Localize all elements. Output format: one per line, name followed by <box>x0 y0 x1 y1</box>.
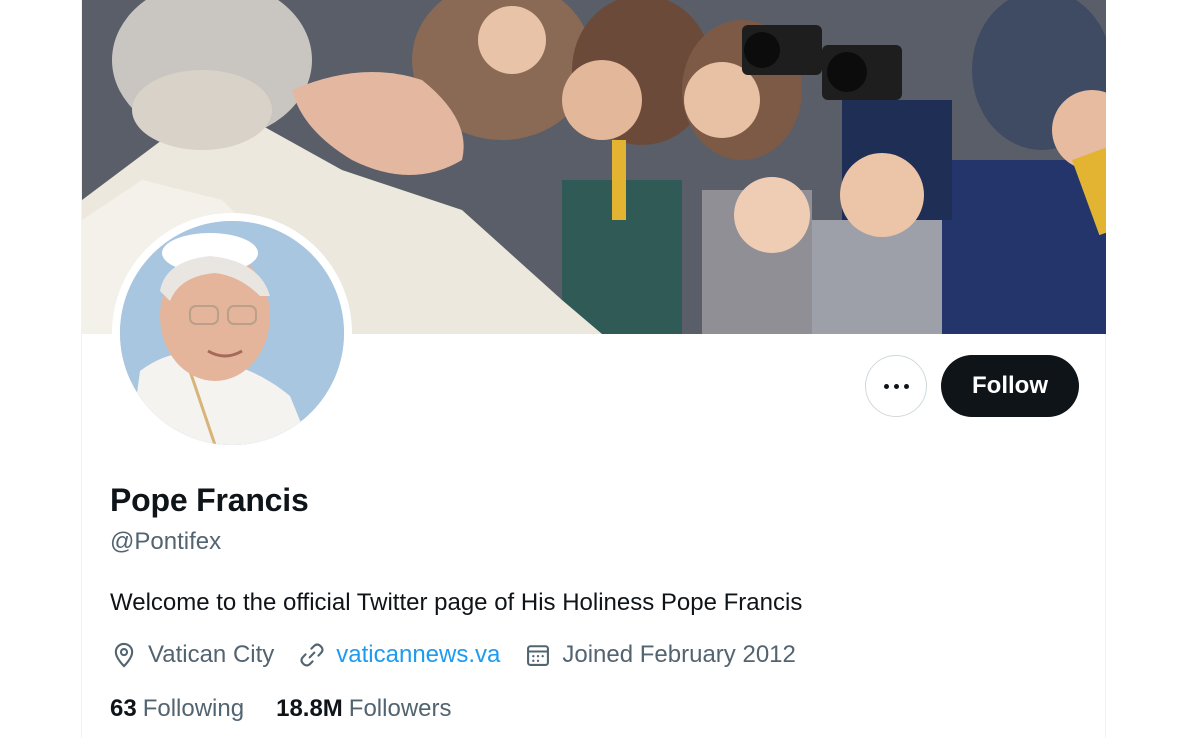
profile-stats-row: 63 Following 18.8M Followers <box>110 695 484 723</box>
profile-handle: @Pontifex <box>110 528 222 555</box>
website-link[interactable]: vaticannews.va <box>336 641 500 669</box>
follow-button[interactable]: Follow <box>941 355 1079 417</box>
avatar-frame[interactable] <box>112 213 352 453</box>
calendar-icon <box>527 645 550 666</box>
profile-meta-row: Vatican City vaticannews.va Joined Febru… <box>110 641 820 669</box>
followers-stat[interactable]: 18.8M Followers <box>276 695 451 723</box>
website-item: vaticannews.va <box>298 641 500 669</box>
following-label: Following <box>142 695 245 722</box>
link-icon <box>300 643 324 667</box>
avatar <box>120 221 344 445</box>
profile-column: Follow Pope Francis @Pontifex Welcome to… <box>81 0 1106 738</box>
joined-item: Joined February 2012 <box>524 641 796 669</box>
location-item: Vatican City <box>110 641 274 669</box>
display-name: Pope Francis <box>110 482 309 518</box>
location-text: Vatican City <box>148 641 275 668</box>
avatar-photo <box>120 221 344 445</box>
followers-count: 18.8M <box>276 695 343 722</box>
location-pin-icon <box>114 642 134 668</box>
more-horizontal-icon <box>883 383 909 389</box>
followers-label: Followers <box>348 695 452 722</box>
joined-text: Joined February 2012 <box>562 641 796 668</box>
more-options-button[interactable] <box>865 355 927 417</box>
following-count: 63 <box>110 695 137 722</box>
profile-bio: Welcome to the official Twitter page of … <box>110 589 803 616</box>
following-stat[interactable]: 63 Following <box>110 695 244 723</box>
page-frame: Follow Pope Francis @Pontifex Welcome to… <box>0 0 1200 738</box>
